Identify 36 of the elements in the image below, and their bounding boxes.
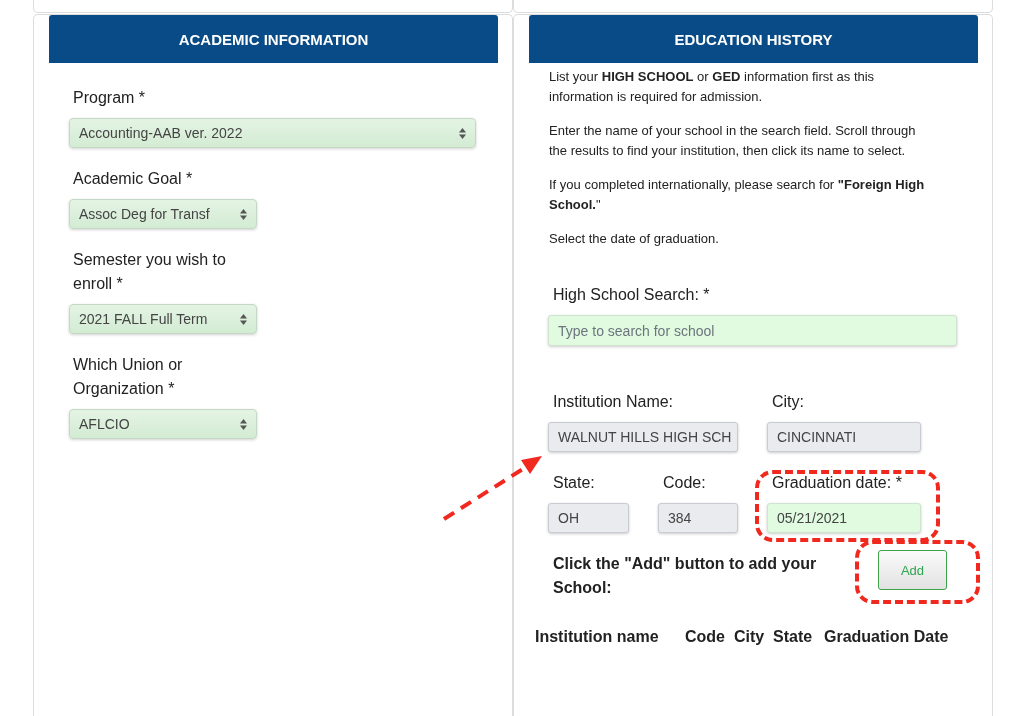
instruction-text: If you completed internationally, please search for "Foreign High School." <box>548 176 926 214</box>
field-label: Graduation date: * <box>771 473 903 493</box>
updown-arrows-icon <box>240 313 247 325</box>
field-label: Academic Goal * <box>72 169 194 189</box>
text-field[interactable]: OH <box>548 503 629 533</box>
instruction-text: Click the "Add" button to add your School: <box>552 554 818 598</box>
instruction-text: Select the date of graduation. <box>548 230 720 248</box>
column-header: Institution name <box>535 627 660 647</box>
text-field[interactable]: CINCINNATI <box>767 422 921 452</box>
text-field[interactable]: 384 <box>658 503 738 533</box>
section-header: ACADEMIC INFORMATION <box>49 15 498 63</box>
updown-arrows-icon <box>459 127 466 139</box>
dropdown-select[interactable]: Assoc Deg for Transf <box>69 199 257 229</box>
dropdown-select[interactable]: AFLCIO <box>69 409 257 439</box>
dropdown-select[interactable]: 2021 FALL Full Term <box>69 304 257 334</box>
instruction-text: List your HIGH SCHOOL or GED information first as this information is required for admission. <box>548 68 876 106</box>
field-label: City: <box>771 392 805 412</box>
column-header: City <box>734 627 766 647</box>
search-field[interactable]: Type to search for school <box>548 315 957 346</box>
field-label: Code: <box>662 473 707 493</box>
updown-arrows-icon <box>240 418 247 430</box>
column-header: Graduation Date <box>824 627 950 647</box>
field-label: Which Union or Organization * <box>72 355 184 399</box>
dropdown-select[interactable]: Accounting-AAB ver. 2022 <box>69 118 476 148</box>
field-label: State: <box>552 473 596 493</box>
field-label: Institution Name: <box>552 392 675 412</box>
text-field[interactable]: WALNUT HILLS HIGH SCH <box>548 422 738 452</box>
field-label: Program * <box>72 88 147 108</box>
column-header: State <box>773 627 814 647</box>
updown-arrows-icon <box>240 208 247 220</box>
instruction-text: Enter the name of your school in the search field. Scroll through the results to find your institution, then click its name to select. <box>548 122 917 160</box>
field-label: Semester you wish to enroll * <box>72 250 227 294</box>
section-header: EDUCATION HISTORY <box>529 15 978 63</box>
field-label: High School Search: * <box>552 285 711 305</box>
column-header: Code <box>685 627 726 647</box>
text-field[interactable]: 05/21/2021 <box>767 503 921 533</box>
